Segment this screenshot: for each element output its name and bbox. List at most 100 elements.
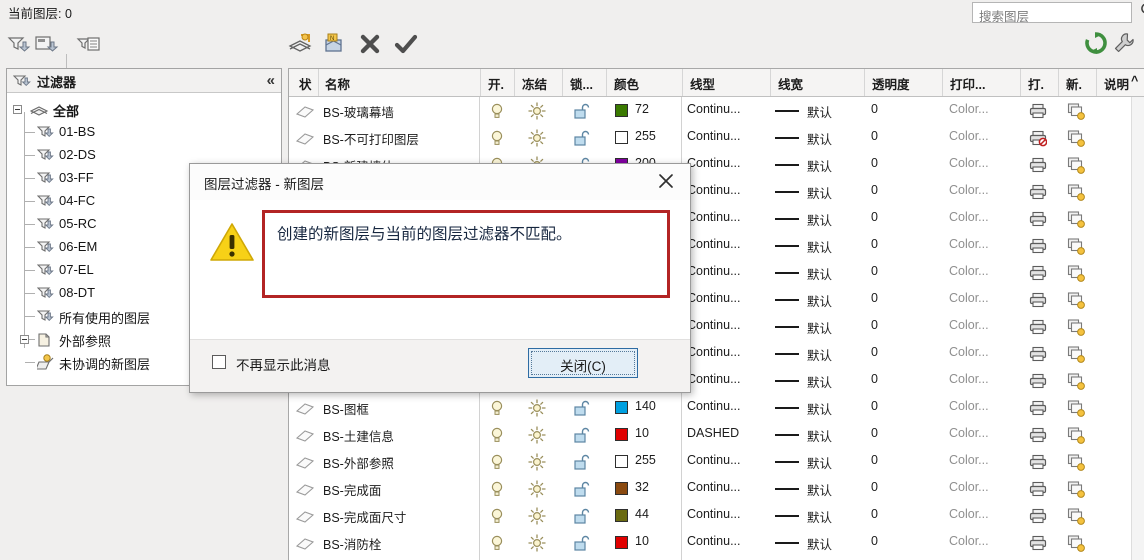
svg-text:N: N (330, 36, 334, 42)
layer-color-swatch[interactable] (615, 509, 628, 522)
column-header-lock[interactable]: 锁... (563, 69, 607, 96)
search-icon[interactable] (1140, 2, 1144, 18)
printer-icon (1029, 103, 1047, 119)
column-header-linetype[interactable]: 线型 (683, 69, 771, 96)
vertical-scrollbar[interactable] (1131, 97, 1144, 560)
column-header-plotstyle[interactable]: 打印... (943, 69, 1021, 96)
layer-on-bulb-icon (491, 481, 503, 496)
column-header-description[interactable]: 说明 (1097, 69, 1133, 96)
new-group-filter-icon[interactable] (34, 32, 60, 56)
layer-linetype: Continu... (687, 372, 741, 386)
layer-color-index: 72 (635, 102, 649, 116)
tree-item[interactable]: 01-BS (7, 121, 277, 144)
tree-expander[interactable] (20, 335, 29, 344)
layer-freeze-sun-icon (528, 129, 546, 147)
table-row[interactable]: BS-玻璃幕墙 72 Continu... 0 Color... 默认 (289, 97, 1144, 124)
dialog-close-button[interactable] (650, 168, 682, 194)
layer-freeze-sun-icon (528, 102, 546, 120)
printer-icon (1029, 265, 1047, 281)
layer-lineweight-preview (775, 542, 799, 544)
layer-lineweight: 默认 (807, 187, 833, 201)
layer-plotstyle: Color... (949, 399, 989, 413)
layer-color-swatch[interactable] (615, 455, 628, 468)
layer-lineweight: 默认 (807, 376, 833, 390)
layers-stack-icon (29, 106, 49, 116)
layer-status-icon (295, 133, 315, 145)
layer-color-swatch[interactable] (615, 401, 628, 414)
layer-plotstyle: Color... (949, 291, 989, 305)
layer-properties-manager: 当前图层: 0 搜索图层 N 过滤器 « 全部 01-BS 02-DS 03-F… (0, 0, 1144, 560)
column-header-transparency[interactable]: 透明度 (865, 69, 943, 96)
layer-transparency: 0 (871, 453, 878, 467)
new-vp-icon (1067, 238, 1085, 255)
layer-color-index: 10 (635, 426, 649, 440)
delete-layer-icon[interactable] (356, 30, 384, 58)
layer-freeze-sun-icon (528, 534, 546, 552)
collapse-panel-button[interactable]: « (267, 71, 275, 90)
tree-connector (25, 316, 35, 317)
tree-connector (25, 155, 35, 156)
layer-color-swatch[interactable] (615, 536, 628, 549)
refresh-icon[interactable] (1084, 31, 1108, 55)
layer-color-swatch[interactable] (615, 104, 628, 117)
layer-name: BS-外部参照 (323, 457, 394, 471)
table-row[interactable]: BS-新建半高墙体200Continu...0Color...默认 (289, 556, 1144, 560)
filter-icon (37, 264, 54, 276)
table-header-row: 状名称 开. 冻结 锁... 颜色 线型 线宽 透明度 打印... 打. 新. 说明 ^ (289, 69, 1144, 97)
layer-color-index: 255 (635, 453, 656, 467)
filter-panel-title: 过滤器 (37, 75, 77, 90)
layer-lineweight-preview (775, 299, 799, 301)
column-header-on[interactable]: 开. (481, 69, 515, 96)
layer-color-swatch[interactable] (615, 131, 628, 144)
printer-icon (1029, 373, 1047, 389)
layer-lineweight: 默认 (807, 214, 833, 228)
table-row[interactable]: BS-不可打印图层 255 Continu... 0 Color... 默认 (289, 124, 1144, 151)
layer-color-swatch[interactable] (615, 428, 628, 441)
dont-show-again-label: 不再显示此消息 (236, 358, 331, 373)
layer-lineweight: 默认 (807, 106, 833, 120)
table-row[interactable]: BS-土建信息 10 DASHED 0 Color... 默认 (289, 421, 1144, 448)
printer-icon (1029, 481, 1047, 497)
settings-wrench-icon[interactable] (1112, 31, 1136, 55)
table-row[interactable]: BS-完成面尺寸 44 Continu... 0 Color... 默认 (289, 502, 1144, 529)
search-input[interactable]: 搜索图层 (972, 2, 1132, 24)
filter-panel-header: 过滤器 « (7, 69, 281, 93)
column-header-newvp[interactable]: 新. (1059, 69, 1097, 96)
table-row[interactable]: BS-消防栓 10 Continu... 0 Color... 默认 (289, 529, 1144, 556)
table-row[interactable]: BS-图框 140 Continu... 0 Color... 默认 (289, 394, 1144, 421)
layer-color-index: 32 (635, 480, 649, 494)
layer-color-swatch[interactable] (615, 482, 628, 495)
column-header-plot[interactable]: 打. (1021, 69, 1059, 96)
tree-expander-all[interactable] (13, 105, 22, 114)
tree-item-all[interactable]: 全部 (7, 98, 277, 121)
set-current-icon[interactable] (392, 30, 420, 58)
dialog-message: 创建的新图层与当前的图层过滤器不匹配。 (277, 226, 572, 243)
table-row[interactable]: BS-完成面 32 Continu... 0 Color... 默认 (289, 475, 1144, 502)
dialog-close-action-button[interactable]: 关闭(C) (528, 348, 638, 378)
layer-states-manager-icon[interactable] (76, 32, 102, 56)
tree-label: 未协调的新图层 (59, 357, 151, 372)
layer-linetype: DASHED (687, 426, 740, 440)
column-header-color[interactable]: 颜色 (607, 69, 683, 96)
new-property-filter-icon[interactable] (6, 32, 32, 56)
sort-indicator[interactable]: ^ (1131, 69, 1144, 96)
dont-show-again-checkbox[interactable] (212, 355, 226, 369)
column-header-lineweight[interactable]: 线宽 (771, 69, 865, 96)
layer-freeze-sun-icon (528, 453, 546, 471)
dialog-footer: 不再显示此消息 关闭(C) (190, 339, 690, 392)
column-header-name[interactable]: 名称 (319, 69, 481, 96)
column-header-status[interactable]: 状 (293, 69, 319, 96)
new-layer-icon[interactable] (286, 31, 314, 57)
tree-connector (25, 132, 35, 133)
layer-plotstyle: Color... (949, 480, 989, 494)
dialog-message-box: 创建的新图层与当前的图层过滤器不匹配。 (262, 210, 670, 298)
layer-name: BS-消防栓 (323, 538, 382, 552)
xref-icon (38, 333, 50, 347)
new-layer-vp-frozen-icon[interactable]: N (320, 31, 348, 57)
column-header-freeze[interactable]: 冻结 (515, 69, 563, 96)
tree-label: 08-DT (59, 285, 96, 300)
table-row[interactable]: BS-外部参照 255 Continu... 0 Color... 默认 (289, 448, 1144, 475)
layer-freeze-sun-icon (528, 399, 546, 417)
layer-lineweight: 默认 (807, 403, 833, 417)
layer-name: BS-完成面尺寸 (323, 511, 407, 525)
